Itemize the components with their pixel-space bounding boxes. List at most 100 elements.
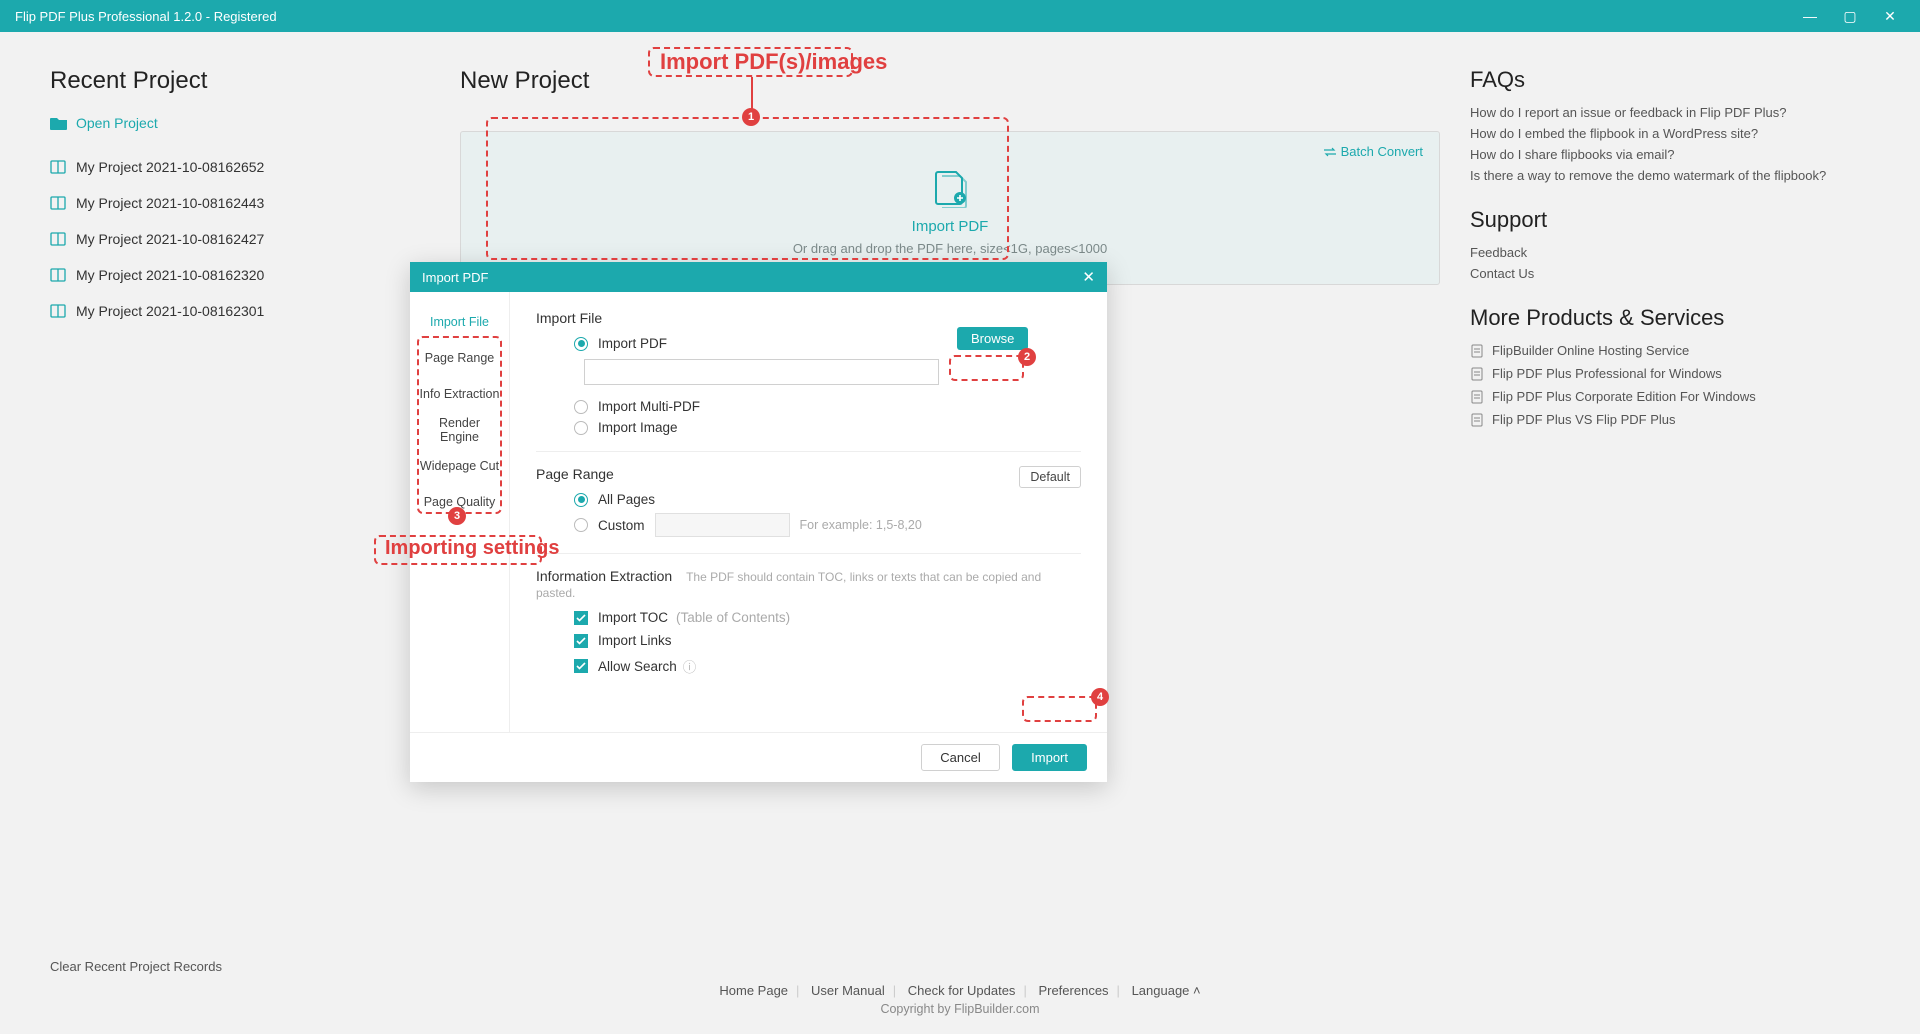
swap-icon: [1323, 146, 1337, 158]
checkbox-allow-search[interactable]: Allow Search ⓘ: [574, 656, 1081, 676]
batch-convert-label: Batch Convert: [1341, 144, 1423, 159]
radio-label: Import Multi-PDF: [598, 399, 700, 414]
footer-link[interactable]: User Manual: [811, 983, 885, 998]
product-label: FlipBuilder Online Hosting Service: [1492, 343, 1689, 358]
project-item[interactable]: My Project 2021-10-08162320: [50, 267, 430, 283]
support-link[interactable]: Feedback: [1470, 245, 1860, 260]
project-label: My Project 2021-10-08162320: [76, 267, 264, 283]
project-label: My Project 2021-10-08162443: [76, 195, 264, 211]
radio-icon: [574, 421, 588, 435]
product-link[interactable]: Flip PDF Plus Professional for Windows: [1470, 366, 1860, 381]
faq-link[interactable]: How do I embed the flipbook in a WordPre…: [1470, 126, 1860, 141]
doc-icon: [1470, 413, 1484, 427]
support-link[interactable]: Contact Us: [1470, 266, 1860, 281]
tab-page-range[interactable]: Page Range: [410, 340, 509, 376]
project-item[interactable]: My Project 2021-10-08162652: [50, 159, 430, 175]
radio-icon: [574, 493, 588, 507]
tab-page-quality[interactable]: Page Quality: [410, 484, 509, 520]
import-pdf-label: Import PDF: [912, 218, 989, 235]
project-label: My Project 2021-10-08162301: [76, 303, 264, 319]
default-button[interactable]: Default: [1019, 466, 1081, 488]
footer-link[interactable]: Home Page: [719, 983, 788, 998]
radio-label: All Pages: [598, 492, 655, 507]
radio-import-image[interactable]: Import Image: [574, 420, 1081, 435]
faqs-heading: FAQs: [1470, 67, 1860, 93]
product-link[interactable]: Flip PDF Plus Corporate Edition For Wind…: [1470, 389, 1860, 404]
footer: Home Page| User Manual| Check for Update…: [0, 983, 1920, 1016]
support-heading: Support: [1470, 207, 1860, 233]
radio-icon: [574, 337, 588, 351]
product-label: Flip PDF Plus Professional for Windows: [1492, 366, 1722, 381]
checkbox-import-links[interactable]: Import Links: [574, 633, 1081, 648]
tab-import-file[interactable]: Import File: [410, 304, 509, 340]
radio-icon: [574, 518, 588, 532]
products-heading: More Products & Services: [1470, 305, 1860, 331]
open-project-button[interactable]: Open Project: [50, 115, 430, 131]
radio-import-multi-pdf[interactable]: Import Multi-PDF: [574, 399, 1081, 414]
radio-all-pages[interactable]: All Pages: [574, 492, 1081, 507]
dialog-footer: Cancel Import: [410, 732, 1107, 782]
help-icon[interactable]: ⓘ: [683, 656, 697, 676]
product-label: Flip PDF Plus Corporate Edition For Wind…: [1492, 389, 1756, 404]
minimize-button[interactable]: —: [1790, 0, 1830, 32]
product-label: Flip PDF Plus VS Flip PDF Plus: [1492, 412, 1676, 427]
title-bar: Flip PDF Plus Professional 1.2.0 - Regis…: [0, 0, 1920, 32]
new-project-heading: New Project: [460, 67, 1440, 95]
tab-info-extraction[interactable]: Info Extraction: [410, 376, 509, 412]
project-item[interactable]: My Project 2021-10-08162427: [50, 231, 430, 247]
faq-link[interactable]: How do I share flipbooks via email?: [1470, 147, 1860, 162]
radio-label: Custom: [598, 518, 645, 533]
footer-link[interactable]: Check for Updates: [908, 983, 1016, 998]
checkbox-label: Import TOC: [598, 610, 668, 625]
page-range-heading: Page Range: [536, 466, 1081, 482]
pdf-path-input[interactable]: [584, 359, 939, 385]
faq-link[interactable]: Is there a way to remove the demo waterm…: [1470, 168, 1860, 183]
book-icon: [50, 232, 66, 246]
doc-icon: [1470, 390, 1484, 404]
import-hint: Or drag and drop the PDF here, size<1G, …: [793, 241, 1107, 256]
project-item[interactable]: My Project 2021-10-08162443: [50, 195, 430, 211]
tab-widepage-cut[interactable]: Widepage Cut: [410, 448, 509, 484]
doc-icon: [1470, 367, 1484, 381]
dialog-sidebar: Import File Page Range Info Extraction R…: [410, 292, 510, 732]
recent-project-heading: Recent Project: [50, 67, 430, 95]
checkbox-hint: (Table of Contents): [676, 610, 790, 625]
folder-icon: [50, 116, 68, 130]
cancel-button[interactable]: Cancel: [921, 744, 999, 771]
copyright-text: Copyright by FlipBuilder.com: [0, 1002, 1920, 1016]
project-item[interactable]: My Project 2021-10-08162301: [50, 303, 430, 319]
import-file-heading: Import File: [536, 310, 1081, 326]
book-icon: [50, 304, 66, 318]
radio-custom-pages[interactable]: Custom For example: 1,5-8,20: [574, 513, 1081, 537]
footer-link[interactable]: Preferences: [1038, 983, 1108, 998]
product-link[interactable]: FlipBuilder Online Hosting Service: [1470, 343, 1860, 358]
book-icon: [50, 196, 66, 210]
import-pdf-icon: [930, 170, 970, 208]
footer-link-language[interactable]: Language ˄: [1132, 983, 1201, 998]
batch-convert-link[interactable]: Batch Convert: [1323, 144, 1423, 159]
import-button[interactable]: Import: [1012, 744, 1087, 771]
info-extraction-label: Information Extraction: [536, 568, 672, 584]
info-panel: FAQs How do I report an issue or feedbac…: [1470, 67, 1920, 435]
recent-project-panel: Recent Project Open Project My Project 2…: [0, 67, 430, 435]
browse-button[interactable]: Browse: [957, 327, 1028, 350]
clear-recent-link[interactable]: Clear Recent Project Records: [50, 959, 222, 974]
maximize-button[interactable]: ▢: [1830, 0, 1870, 32]
checkbox-import-toc[interactable]: Import TOC (Table of Contents): [574, 610, 1081, 625]
dialog-content: Import File Import PDF Browse Import Mul…: [510, 292, 1107, 732]
tab-render-engine[interactable]: Render Engine: [410, 412, 509, 448]
radio-label: Import Image: [598, 420, 678, 435]
dialog-titlebar: Import PDF ✕: [410, 262, 1107, 292]
close-button[interactable]: ✕: [1870, 0, 1910, 32]
book-icon: [50, 268, 66, 282]
checkbox-icon: [574, 611, 588, 625]
open-project-label: Open Project: [76, 115, 158, 131]
dialog-close-button[interactable]: ✕: [1082, 268, 1095, 286]
book-icon: [50, 160, 66, 174]
faq-link[interactable]: How do I report an issue or feedback in …: [1470, 105, 1860, 120]
custom-pages-input[interactable]: [655, 513, 790, 537]
chevron-up-icon: ˄: [1193, 983, 1201, 998]
info-extraction-heading: Information Extraction The PDF should co…: [536, 568, 1081, 600]
product-link[interactable]: Flip PDF Plus VS Flip PDF Plus: [1470, 412, 1860, 427]
doc-icon: [1470, 344, 1484, 358]
